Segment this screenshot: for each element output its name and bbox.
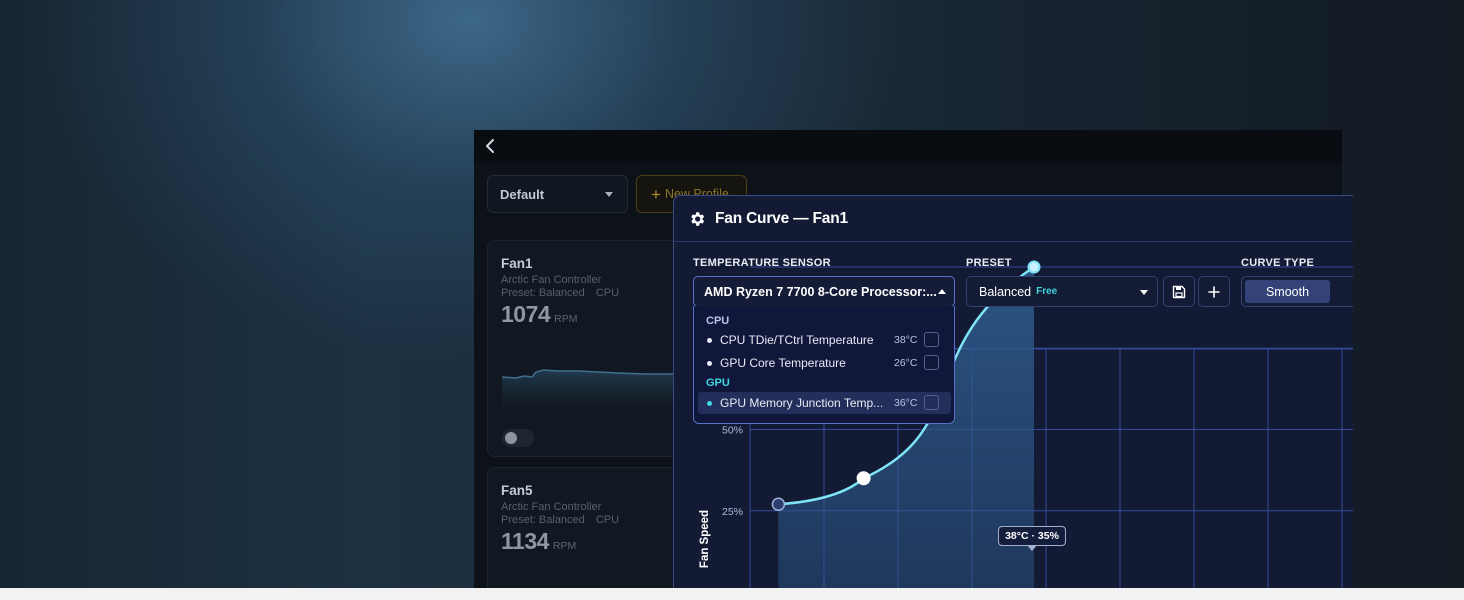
fan-preset-text: Preset: Balanced <box>501 287 585 299</box>
fan-rpm-sparkline <box>501 369 686 421</box>
save-icon <box>1172 285 1186 298</box>
y-axis-title: Fan Speed <box>699 509 711 569</box>
sensor-option-value: 38°C <box>894 334 918 346</box>
fan-preset: Preset: Balanced CPU <box>501 514 619 526</box>
y-tick-label: 25% <box>722 506 743 518</box>
fan-name: Fan1 <box>501 256 533 271</box>
fan-controller: Arctic Fan Controller <box>501 501 602 513</box>
sensor-option-checkbox[interactable] <box>924 395 939 410</box>
sensor-option[interactable]: GPU Core Temperature 26°C <box>698 352 951 374</box>
sensor-option-name: GPU Core Temperature <box>720 356 846 370</box>
save-preset-button[interactable] <box>1163 276 1195 307</box>
fan-preset: Preset: Balanced CPU <box>501 287 619 299</box>
sensor-select-value: AMD Ryzen 7 7700 8-Core Processor:... <box>704 284 937 299</box>
preset-select-value: Balanced <box>979 284 1032 299</box>
sensor-option[interactable]: CPU TDie/TCtrl Temperature 38°C <box>698 329 951 351</box>
add-preset-button[interactable] <box>1198 276 1230 307</box>
fan-preset-text: Preset: Balanced <box>501 514 585 526</box>
bullet-icon <box>707 401 712 406</box>
sensor-group-gpu: GPU <box>706 377 730 389</box>
fan-rpm-unit: RPM <box>554 313 578 325</box>
fan-controller: Arctic Fan Controller <box>501 274 602 286</box>
bullet-icon <box>707 338 712 343</box>
sensor-option-checkbox[interactable] <box>924 332 939 347</box>
fan-curve-dialog: Fan Curve — Fan1 TEMPERATURE SENSOR PRES… <box>673 195 1353 588</box>
profile-select[interactable]: Default <box>487 175 628 213</box>
chevron-down-icon <box>605 192 613 197</box>
curve-point-tooltip: 38°C · 35% <box>998 526 1066 551</box>
fan-rpm-unit: RPM <box>552 540 577 552</box>
fan-card-fan5[interactable]: Fan5 Arctic Fan Controller Preset: Balan… <box>487 467 687 588</box>
plus-icon <box>1208 285 1220 298</box>
fan-card-fan1[interactable]: Fan1 Arctic Fan Controller Preset: Balan… <box>487 240 687 457</box>
fan-sensor-tag: CPU <box>595 514 620 526</box>
sensor-option-checkbox[interactable] <box>924 355 939 370</box>
sensor-option-value: 36°C <box>894 397 918 409</box>
preset-select[interactable]: Balanced Free <box>966 276 1158 307</box>
app-topbar <box>474 130 1342 163</box>
bullet-icon <box>707 361 712 366</box>
chevron-up-icon <box>938 289 946 294</box>
sensor-group-cpu: CPU <box>706 315 730 327</box>
curve-type-selector: Smooth <box>1241 276 1353 307</box>
fan-enable-toggle[interactable] <box>502 429 534 447</box>
toggle-knob <box>505 432 517 444</box>
plus-icon: + <box>651 184 661 204</box>
preset-badge: Free <box>1036 286 1058 297</box>
curve-point <box>771 497 786 511</box>
fan-name: Fan5 <box>501 483 533 498</box>
curve-point-active <box>856 471 871 486</box>
sensor-option-selected[interactable]: GPU Memory Junction Temp... 36°C <box>698 392 951 414</box>
profile-select-value: Default <box>500 186 545 202</box>
sensor-option-value: 26°C <box>894 357 918 369</box>
sensor-option-name: GPU Memory Junction Temp... <box>720 396 884 410</box>
curve-type-smooth-button[interactable]: Smooth <box>1245 280 1330 303</box>
sensor-select[interactable]: AMD Ryzen 7 7700 8-Core Processor:... <box>693 276 955 307</box>
bottom-strip <box>0 588 1464 600</box>
chevron-left-icon[interactable] <box>482 137 500 155</box>
fan-rpm: 1134 RPM <box>501 528 576 555</box>
fan-sensor-tag: CPU <box>595 287 620 299</box>
sensor-dropdown-menu: CPU CPU TDie/TCtrl Temperature 38°C GPU … <box>693 306 955 424</box>
chevron-down-icon <box>1140 290 1148 295</box>
y-tick-label: 50% <box>722 425 743 437</box>
sensor-option-name: CPU TDie/TCtrl Temperature <box>720 333 874 347</box>
curve-point <box>1027 260 1041 274</box>
fan-rpm-value: 1074 <box>501 301 551 327</box>
fan-rpm: 1074 RPM <box>501 301 578 328</box>
fan-rpm-value: 1134 <box>501 528 549 554</box>
